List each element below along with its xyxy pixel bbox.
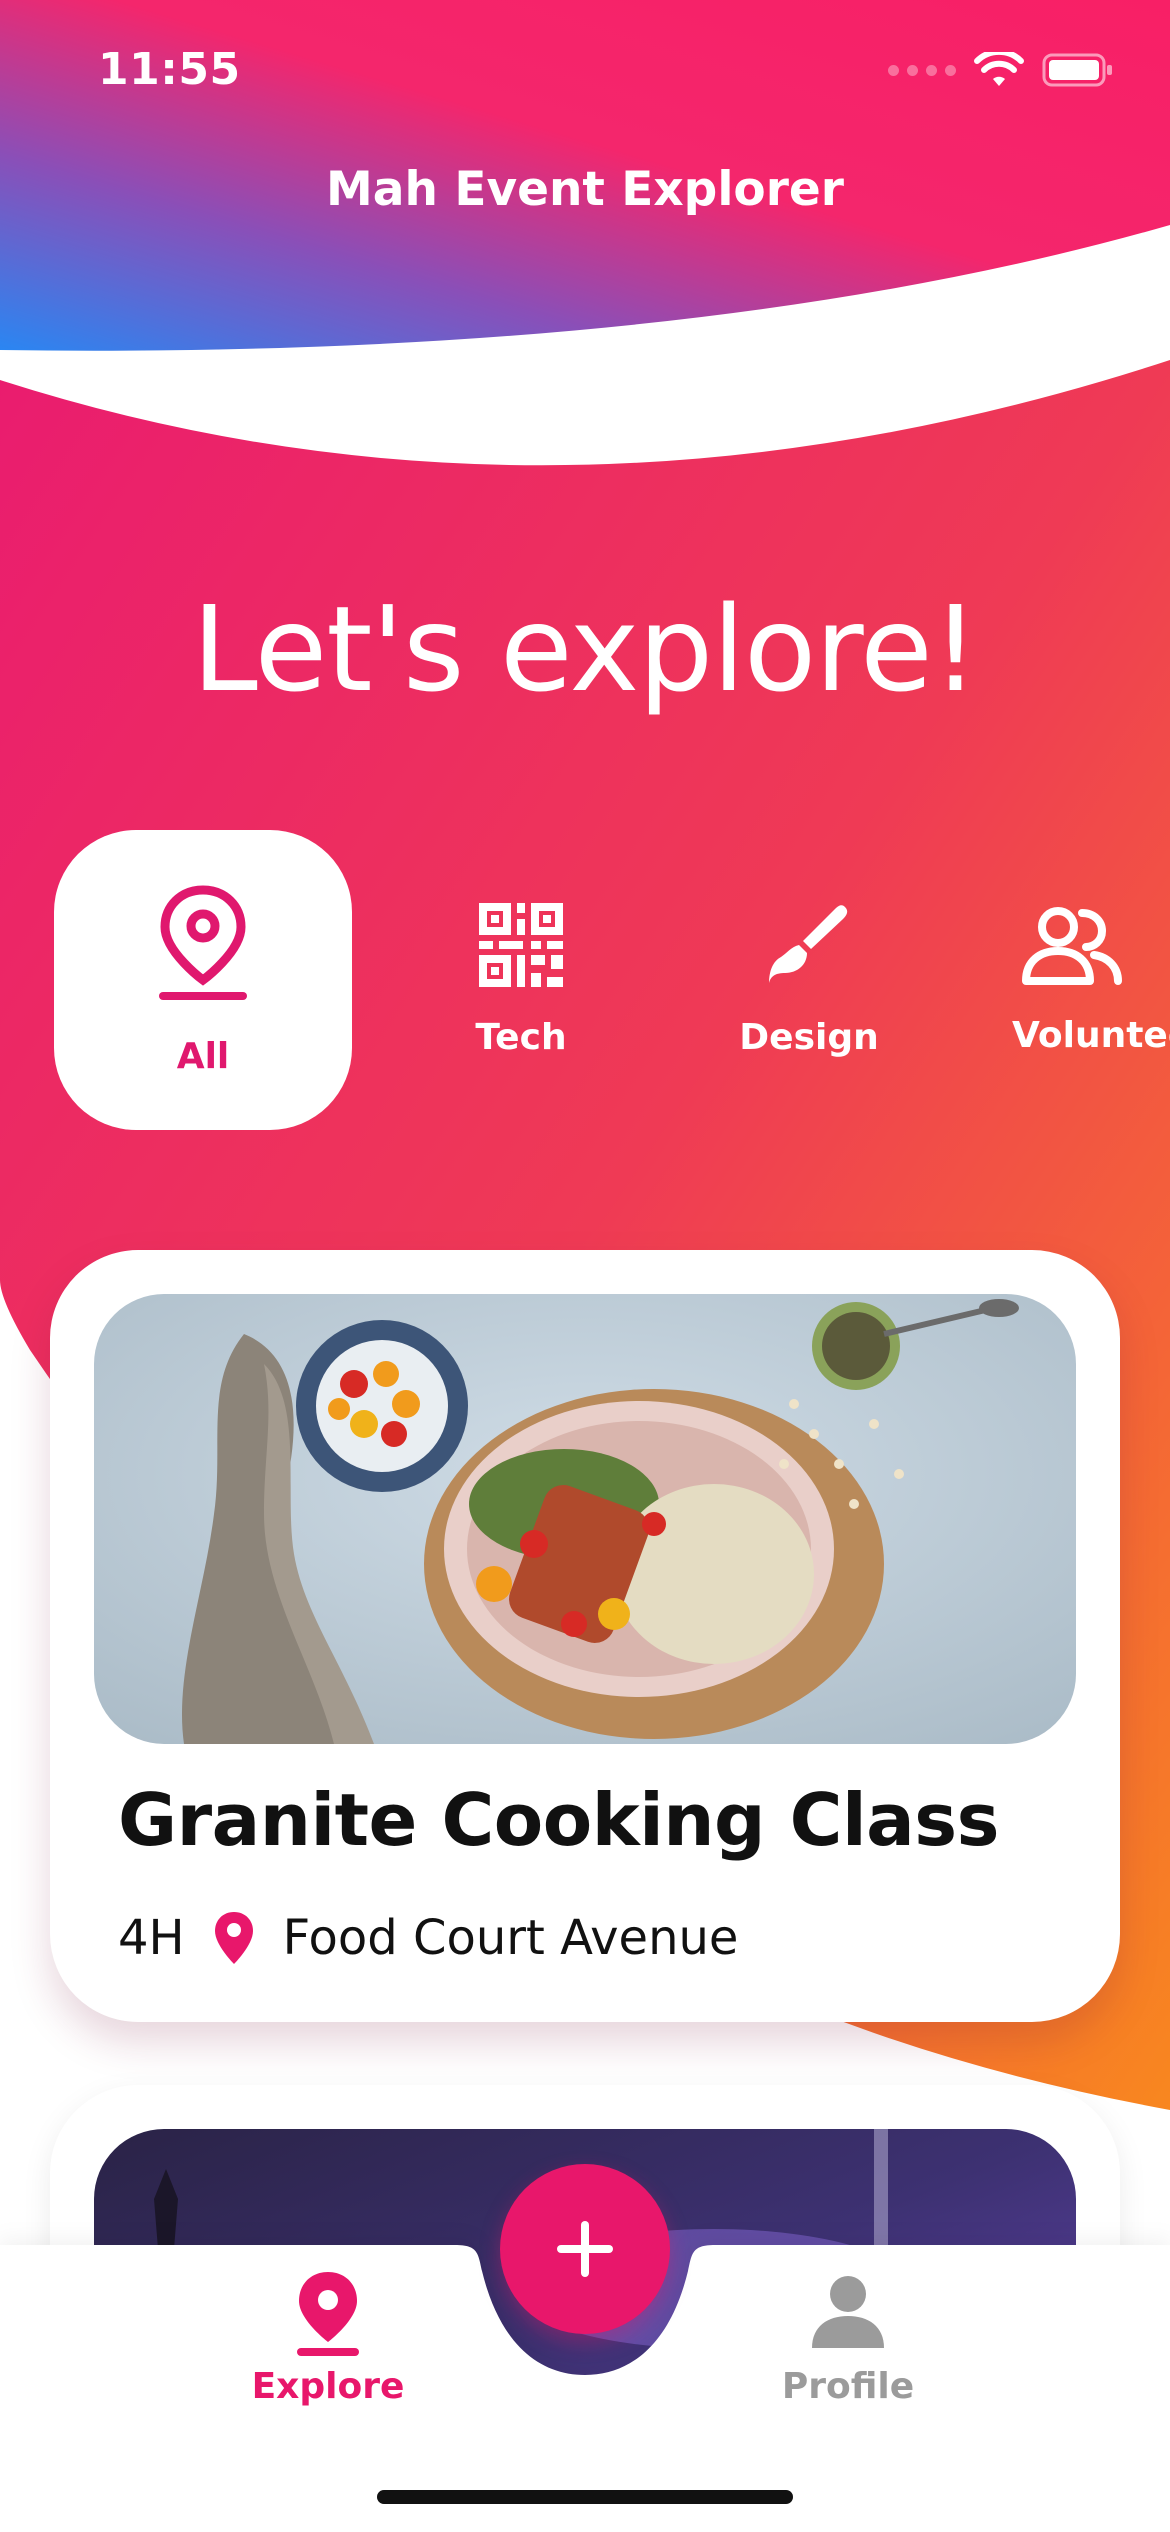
location-pin-icon	[297, 2272, 359, 2356]
qr-code-icon	[479, 902, 563, 987]
category-all[interactable]: All	[54, 830, 352, 1130]
event-image-food	[94, 1294, 1076, 1744]
add-event-button[interactable]	[500, 2164, 670, 2334]
event-meta: 4H Food Court Avenue	[118, 1910, 738, 1966]
status-time: 11:55	[98, 44, 241, 95]
tab-explore[interactable]: Explore	[208, 2270, 448, 2407]
tab-label: Profile	[781, 2366, 915, 2407]
wifi-icon	[974, 52, 1024, 86]
tab-profile[interactable]: Profile	[728, 2270, 968, 2407]
category-design[interactable]: Design	[660, 830, 958, 1130]
category-label: Voluntee	[1012, 1014, 1170, 1056]
category-label: Tech	[475, 1016, 567, 1058]
paintbrush-icon	[769, 904, 848, 983]
category-label: All	[176, 1035, 230, 1077]
app-title: Mah Event Explorer	[326, 162, 844, 217]
location-pin-icon	[159, 884, 247, 1000]
status-icons	[888, 52, 1114, 88]
plus-icon	[557, 2221, 613, 2277]
location-pin-icon	[214, 1912, 253, 1964]
home-indicator	[377, 2490, 793, 2504]
category-tech[interactable]: Tech	[372, 830, 670, 1130]
tab-label: Explore	[251, 2366, 405, 2407]
signal-icon	[888, 64, 956, 76]
event-title: Granite Cooking Class	[118, 1778, 999, 1862]
users-icon	[1022, 906, 1122, 985]
event-duration: 4H	[118, 1910, 185, 1966]
category-label: Design	[739, 1016, 879, 1058]
category-selector: All Tech Design Volunte	[0, 830, 1170, 1130]
person-icon	[812, 2276, 884, 2348]
category-volunteer[interactable]: Voluntee	[948, 830, 1170, 1130]
battery-icon	[1042, 53, 1112, 87]
event-card[interactable]: Granite Cooking Class 4H Food Court Aven…	[50, 1250, 1120, 2022]
hero-heading: Let's explore!	[191, 580, 979, 718]
event-location: Food Court Avenue	[282, 1910, 739, 1966]
